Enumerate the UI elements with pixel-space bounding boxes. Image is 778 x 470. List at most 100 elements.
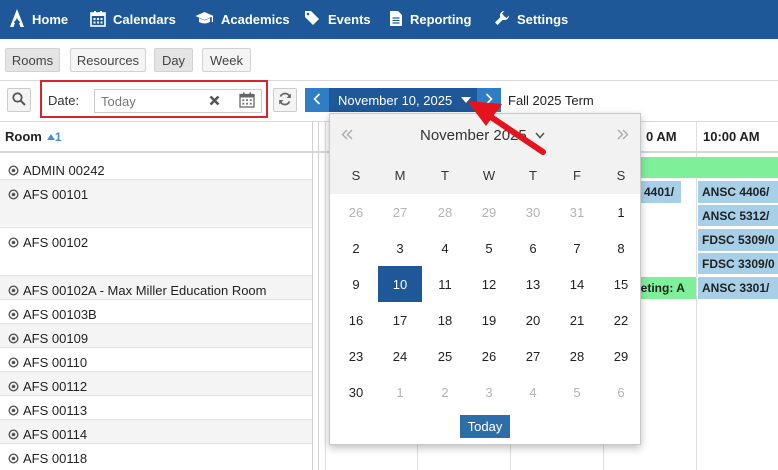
room-row[interactable]: AFS 00102 — [8, 235, 88, 250]
weekday-header: S — [351, 168, 361, 183]
nav-events-label: Events — [328, 12, 371, 27]
date-label: Date: — [48, 93, 80, 108]
today-button[interactable]: Today — [460, 415, 510, 438]
nav-settings[interactable]: Settings — [494, 0, 568, 39]
room-row[interactable]: AFS 00113 — [8, 403, 87, 418]
day-cell[interactable]: 26 — [467, 338, 511, 374]
day-cell[interactable]: 18 — [423, 302, 467, 338]
day-cell[interactable]: 28 — [423, 194, 467, 230]
double-chevron-right-icon[interactable] — [617, 129, 629, 140]
weekday-header: M — [394, 168, 406, 183]
row-separator — [0, 275, 312, 276]
resources-view-button[interactable]: Resources — [70, 48, 146, 72]
day-cell[interactable]: 1 — [378, 374, 422, 410]
day-cell[interactable]: 24 — [378, 338, 422, 374]
day-cell[interactable]: 11 — [423, 266, 467, 302]
day-cell[interactable]: 29 — [467, 194, 511, 230]
day-cell[interactable]: 29 — [599, 338, 643, 374]
day-cell[interactable]: 5 — [467, 230, 511, 266]
event-block[interactable]: p — [630, 157, 778, 178]
logo-icon — [9, 8, 32, 31]
day-cell[interactable]: 7 — [555, 230, 599, 266]
room-name: AFS 00103B — [23, 307, 97, 322]
day-cell[interactable]: 14 — [555, 266, 599, 302]
previous-day-button[interactable] — [305, 88, 329, 112]
room-row[interactable]: AFS 00102A - Max Miller Education Room — [8, 283, 267, 298]
row-separator — [0, 371, 312, 372]
day-cell[interactable]: 16 — [334, 302, 378, 338]
event-block[interactable]: ANSC 3301/ — [698, 277, 778, 299]
calendar-picker-icon[interactable] — [239, 92, 255, 111]
day-cell[interactable]: 22 — [599, 302, 643, 338]
circle-dot-icon — [8, 309, 19, 320]
nav-academics[interactable]: Academics — [195, 0, 290, 39]
current-date-dropdown[interactable]: November 10, 2025 — [329, 88, 477, 112]
day-cell[interactable]: 3 — [467, 374, 511, 410]
day-cell[interactable]: 13 — [511, 266, 555, 302]
room-row[interactable]: AFS 00114 — [8, 427, 87, 442]
nav-settings-label: Settings — [517, 12, 569, 27]
day-cell[interactable]: 21 — [555, 302, 599, 338]
room-name: ADMIN 00242 — [23, 163, 105, 178]
room-row[interactable]: AFS 00109 — [8, 331, 88, 346]
room-header-label: Room — [5, 129, 42, 144]
clear-date-icon[interactable] — [209, 94, 220, 109]
room-row[interactable]: AFS 00101 — [8, 187, 88, 202]
selected-day-cell[interactable]: 10 — [378, 266, 422, 302]
day-cell[interactable]: 25 — [423, 338, 467, 374]
refresh-icon — [278, 92, 292, 109]
rooms-view-button[interactable]: Rooms — [5, 48, 60, 72]
day-cell[interactable]: 28 — [555, 338, 599, 374]
refresh-button[interactable] — [273, 88, 297, 112]
day-cell[interactable]: 8 — [599, 230, 643, 266]
day-view-button[interactable]: Day — [154, 48, 193, 72]
room-name: AFS 00112 — [23, 379, 88, 394]
room-row[interactable]: AFS 00103B — [8, 307, 97, 322]
day-cell[interactable]: 6 — [599, 374, 643, 410]
nav-home-label: Home — [32, 12, 69, 27]
room-column-header[interactable]: Room 1 — [5, 129, 62, 144]
day-cell[interactable]: 9 — [334, 266, 378, 302]
search-button[interactable] — [7, 88, 31, 112]
week-view-button[interactable]: Week — [202, 48, 251, 72]
day-cell[interactable]: 3 — [378, 230, 422, 266]
room-row[interactable]: AFS 00110 — [8, 355, 87, 370]
day-cell[interactable]: 17 — [378, 302, 422, 338]
day-cell[interactable]: 23 — [334, 338, 378, 374]
day-cell[interactable]: 12 — [467, 266, 511, 302]
room-row[interactable]: AFS 00112 — [8, 379, 87, 394]
event-block[interactable]: 4401/ — [640, 181, 681, 203]
nav-calendars[interactable]: Calendars — [90, 0, 176, 39]
day-cell[interactable]: 27 — [378, 194, 422, 230]
day-cell[interactable]: 30 — [334, 374, 378, 410]
day-cell[interactable]: 27 — [511, 338, 555, 374]
day-cell[interactable]: 2 — [423, 374, 467, 410]
event-block[interactable]: FDSC 5309/0 — [698, 229, 778, 251]
day-cell[interactable]: 15 — [599, 266, 643, 302]
date-input[interactable] — [94, 89, 262, 113]
event-block[interactable]: ANSC 5312/ — [698, 205, 778, 226]
event-block[interactable]: FDSC 3309/0 — [698, 253, 778, 274]
column-divider — [312, 121, 313, 470]
day-cell[interactable]: 19 — [467, 302, 511, 338]
room-row[interactable]: AFS 00118 — [8, 451, 87, 466]
day-cell[interactable]: 30 — [511, 194, 555, 230]
double-chevron-left-icon[interactable] — [341, 129, 353, 140]
day-cell[interactable]: 20 — [511, 302, 555, 338]
day-cell[interactable]: 26 — [334, 194, 378, 230]
nav-reporting[interactable]: Reporting — [389, 0, 471, 39]
day-cell[interactable]: 31 — [555, 194, 599, 230]
day-cell[interactable]: 4 — [511, 374, 555, 410]
day-cell[interactable]: 2 — [334, 230, 378, 266]
room-name: AFS 00109 — [23, 331, 89, 346]
event-block[interactable]: ANSC 4406/ — [698, 181, 778, 203]
circle-dot-icon — [8, 285, 19, 296]
document-icon — [389, 10, 410, 30]
day-cell[interactable]: 6 — [511, 230, 555, 266]
day-cell[interactable]: 5 — [555, 374, 599, 410]
day-cell[interactable]: 1 — [599, 194, 643, 230]
nav-events[interactable]: Events — [304, 0, 371, 39]
nav-home[interactable]: Home — [9, 0, 68, 39]
day-cell[interactable]: 4 — [423, 230, 467, 266]
room-row[interactable]: ADMIN 00242 — [8, 163, 105, 178]
